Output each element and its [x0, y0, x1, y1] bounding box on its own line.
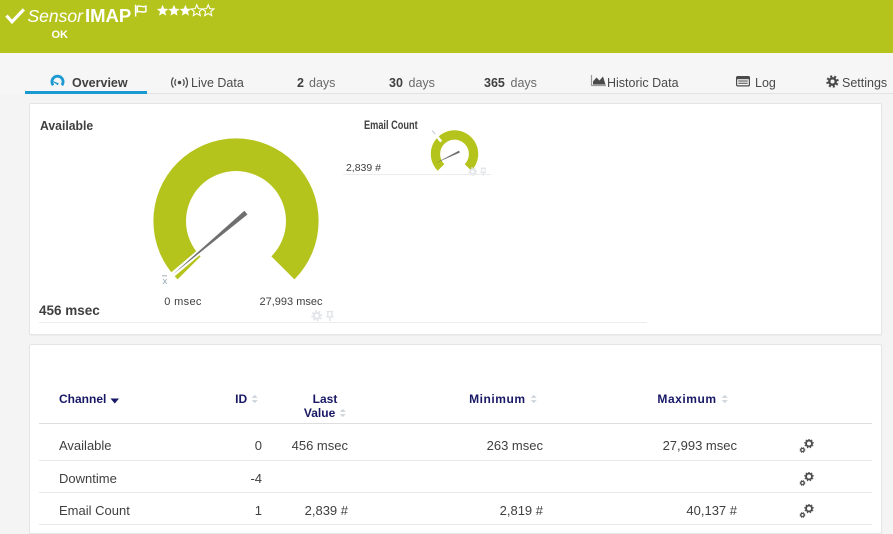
svg-text:x: x [163, 276, 168, 287]
